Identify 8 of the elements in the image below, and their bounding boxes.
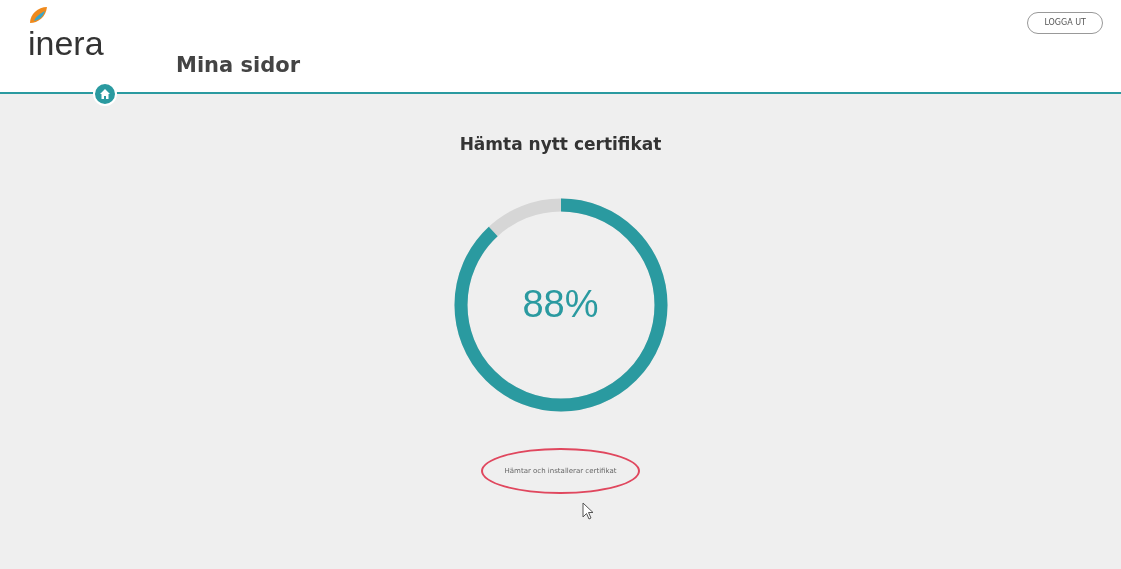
page-heading: Hämta nytt certifikat (459, 133, 662, 156)
cursor-icon (582, 502, 594, 520)
page-title: Mina sidor (176, 52, 301, 79)
home-icon[interactable] (93, 82, 117, 106)
progress-percent: 88% (522, 282, 599, 327)
logo-text: inera (28, 26, 105, 60)
logo-leaf-icon (28, 4, 48, 25)
logout-button[interactable]: LOGGA UT (1027, 12, 1103, 34)
